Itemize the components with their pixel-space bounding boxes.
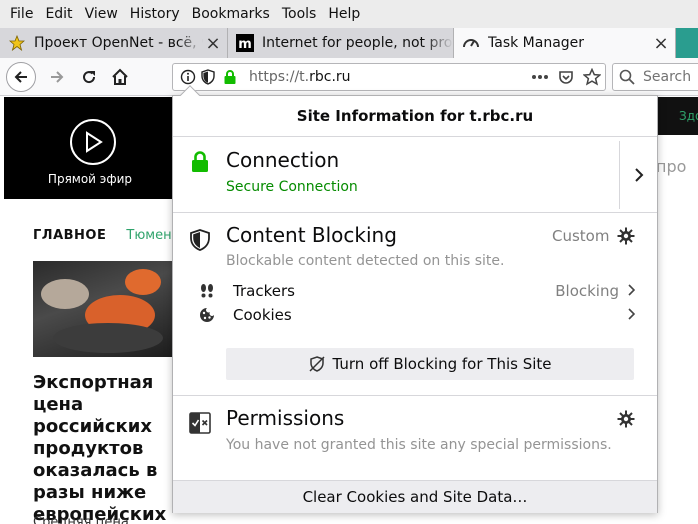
permissions-icon (189, 412, 211, 434)
turn-off-blocking-label: Turn off Blocking for This Site (332, 355, 552, 373)
reload-icon (83, 71, 96, 84)
reload-button[interactable] (74, 62, 104, 92)
blocking-mode-label: Custom (552, 227, 610, 245)
gauge-icon (462, 34, 480, 52)
turn-off-blocking-button[interactable]: Turn off Blocking for This Site (226, 348, 634, 380)
cookie-icon (197, 307, 217, 323)
tab-opennet[interactable]: Проект OpenNet - всё, что × (0, 28, 228, 58)
back-button[interactable] (6, 62, 36, 92)
url-text: https://t.rbc.ru (249, 69, 527, 85)
article-lead: Средняя цена (33, 515, 129, 524)
bookmark-star-icon[interactable] (579, 68, 605, 86)
menu-bookmarks[interactable]: Bookmarks (186, 0, 276, 28)
info-icon[interactable] (179, 69, 197, 85)
url-prefix: https://t. (249, 69, 310, 85)
menu-file[interactable]: File (4, 0, 39, 28)
search-box[interactable]: Search (612, 63, 698, 91)
content-blocking-description: Blockable content detected on this site. (226, 253, 505, 269)
popup-title: Site Information for t.rbc.ru (173, 96, 657, 137)
article-photo[interactable] (33, 261, 183, 357)
connection-details-button[interactable] (619, 141, 657, 209)
arrow-left-icon (14, 71, 27, 83)
connection-section[interactable]: Connection Secure Connection (173, 137, 657, 213)
url-bar[interactable]: https://t.rbc.ru (172, 63, 606, 91)
tab-title: Проект OpenNet - всё, что (34, 35, 203, 51)
tab-close-button[interactable]: × (203, 33, 223, 54)
cookies-label: Cookies (233, 306, 292, 324)
navigation-toolbar: https://t.rbc.ru Search (0, 58, 698, 96)
tab-title: Task Manager (488, 35, 585, 51)
header-strip: Здо (655, 97, 698, 135)
home-button[interactable] (105, 62, 135, 92)
svg-text:m: m (238, 37, 252, 52)
connection-status: Secure Connection (226, 179, 358, 195)
menu-tools[interactable]: Tools (276, 0, 323, 28)
star-icon (8, 34, 26, 52)
cookies-row[interactable]: Cookies (197, 304, 637, 326)
pocket-icon[interactable] (553, 69, 579, 85)
lock-icon (189, 151, 211, 173)
article-headline[interactable]: Экспортная цена российских продуктов ока… (33, 372, 183, 524)
side-text-fragment: про (656, 157, 687, 176)
site-info-popup: Site Information for t.rbc.ru Connection… (172, 85, 658, 513)
permissions-heading: Permissions (226, 406, 345, 430)
content-blocking-heading: Content Blocking (226, 223, 397, 247)
trackers-status: Blocking (555, 282, 619, 300)
home-icon (112, 68, 128, 85)
shield-icon[interactable] (199, 69, 217, 85)
menu-history[interactable]: History (124, 0, 186, 28)
nav-main-link[interactable]: ГЛАВНОЕ (33, 228, 106, 243)
live-label: Прямой эфир (47, 172, 133, 186)
trackers-label: Trackers (233, 282, 295, 300)
forward-button[interactable] (42, 62, 72, 92)
tab-task-manager[interactable]: Task Manager × (454, 28, 676, 58)
shield-off-icon (308, 356, 325, 372)
menu-edit[interactable]: Edit (39, 0, 78, 28)
lock-icon[interactable] (221, 69, 239, 85)
content-blocking-section: Content Blocking Custom Blockable conten… (173, 213, 657, 396)
permissions-description: You have not granted this site any speci… (226, 437, 612, 453)
shield-icon (189, 229, 211, 251)
menu-help[interactable]: Help (322, 0, 366, 28)
arrow-right-icon (51, 71, 64, 83)
search-placeholder: Search (643, 69, 692, 85)
play-icon[interactable] (70, 119, 116, 165)
gear-icon[interactable] (617, 410, 635, 428)
tab-mozilla[interactable]: m Internet for people, not profit (228, 28, 454, 58)
section-nav: ГЛАВНОЕ Тюмень (33, 228, 179, 243)
chevron-right-icon (627, 306, 637, 324)
tab-strip: Проект OpenNet - всё, что × m Internet f… (0, 28, 698, 58)
menu-bar: File Edit View History Bookmarks Tools H… (0, 0, 698, 28)
gear-icon[interactable] (617, 227, 635, 245)
trackers-row[interactable]: Trackers Blocking (197, 280, 637, 302)
search-icon (619, 69, 635, 85)
live-stream-block[interactable]: Прямой эфир (4, 97, 184, 199)
menu-view[interactable]: View (79, 0, 124, 28)
chevron-right-icon (627, 282, 637, 300)
new-tab-button[interactable] (676, 28, 698, 58)
permissions-section: Permissions You have not granted this si… (173, 396, 657, 480)
chevron-right-icon (634, 168, 643, 182)
page-actions-icon[interactable] (527, 74, 553, 80)
mozilla-m-icon: m (236, 34, 254, 52)
tab-title: Internet for people, not profit (262, 35, 453, 51)
clear-cookies-button[interactable]: Clear Cookies and Site Data… (173, 480, 657, 513)
tab-close-button[interactable]: × (651, 33, 671, 54)
connection-heading: Connection (226, 148, 340, 172)
footprints-icon (197, 283, 217, 299)
url-domain: rbc.ru (309, 69, 351, 85)
